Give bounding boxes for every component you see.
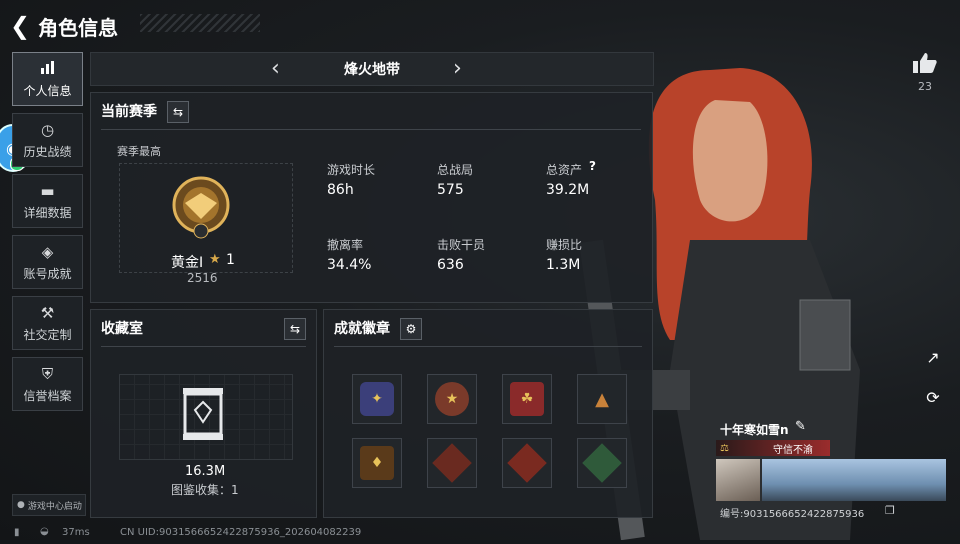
gear-icon[interactable]: ⚙ (400, 318, 422, 340)
stat-label: 击败干员 (437, 238, 486, 252)
achievement-badge[interactable]: ▲ (577, 374, 627, 424)
achievement-badge[interactable]: ★ (427, 374, 477, 424)
game-center-label: 游戏中心启动 (27, 501, 82, 512)
stat-value: 575 (437, 182, 464, 198)
ping-text: 37ms (62, 527, 90, 538)
achievement-badge[interactable] (502, 438, 552, 488)
badge-icon: ♦ (360, 446, 394, 480)
rank-stars: 1 (226, 252, 235, 268)
sidebar-item-credit[interactable]: ⛨ 信誉档案 (12, 357, 83, 411)
divider (101, 346, 306, 347)
achievement-badge[interactable] (577, 438, 627, 488)
sidebar-item-label: 社交定制 (23, 327, 72, 342)
badge-icon: ★ (435, 382, 469, 416)
stat-label: 撤离率 (327, 238, 364, 252)
sidebar-item-label: 详细数据 (23, 205, 72, 220)
divider (101, 129, 641, 130)
sidebar-item-social[interactable]: ⚒ 社交定制 (12, 296, 83, 350)
stat-value: 86h (327, 182, 354, 198)
stat-label: 赚损比 (546, 238, 583, 252)
player-name: 十年寒如雪n (720, 423, 789, 437)
season-panel: 当前赛季 ⇆ 赛季最高 黄金Ⅰ ★ 1 2516 游戏时长 86h 总战局 57… (90, 92, 653, 303)
player-id: 编号:9031566652422875936 (720, 509, 865, 520)
wifi-icon: ◒ (40, 526, 49, 537)
collection-caption: 图鉴收集：1 (171, 483, 239, 497)
tools-icon: ⚒ (40, 303, 55, 322)
stat-label: 游戏时长 (327, 163, 376, 177)
badge-icon: ▲ (595, 388, 609, 410)
display-case-icon (181, 386, 225, 442)
sidebar-item-label: 账号成就 (23, 266, 72, 281)
swap-icon[interactable]: ⇆ (284, 318, 306, 340)
sidebar-item-history[interactable]: ◷ 历史战绩 (12, 113, 83, 167)
swap-icon[interactable]: ⇆ (167, 101, 189, 123)
sidebar-item-profile[interactable]: 个人信息 (12, 52, 83, 106)
header-decoration (140, 14, 260, 32)
stat-value: 39.2M (546, 182, 590, 198)
divider (334, 346, 642, 347)
stat-value: 34.4% (327, 257, 372, 273)
badge-icon (582, 443, 622, 483)
share-icon[interactable]: ↗ (922, 346, 944, 368)
rank-name: 黄金Ⅰ (171, 255, 204, 271)
season-highest-label: 赛季最高 (117, 145, 161, 158)
sidebar-item-label: 历史战绩 (23, 144, 72, 159)
stat-label: 总战局 (437, 163, 474, 177)
shield-icon: ⛨ (41, 364, 54, 383)
profile-banner[interactable] (762, 459, 946, 501)
credit-text: 守信不渝 (772, 444, 813, 456)
sidebar-item-label: 信誉档案 (23, 388, 72, 403)
edit-icon[interactable]: ✎ (795, 419, 806, 434)
stat-value: 636 (437, 257, 464, 273)
achievement-badge[interactable]: ✦ (352, 374, 402, 424)
sidebar-item-achievements[interactable]: ◈ 账号成就 (12, 235, 83, 289)
diamond-icon: ◈ (41, 242, 54, 261)
sidebar-item-details[interactable]: ▬ 详细数据 (12, 174, 83, 228)
game-center-button[interactable]: ● 游戏中心启动 (12, 494, 86, 516)
bar-chart-icon (40, 60, 56, 78)
uid-text: CN UID:9031566652422875936_202604082239 (120, 527, 362, 538)
chevron-right-icon[interactable]: › (453, 56, 462, 81)
achievements-panel: 成就徽章 ⚙ ✦ ★ ☘ ▲ ♦ (323, 309, 653, 518)
collection-panel-title: 收藏室 (101, 321, 143, 337)
credit-badge: ⚖ 守信不渝 (716, 440, 830, 456)
likes-count: 23 (918, 80, 932, 93)
chevron-left-icon[interactable]: ‹ (271, 56, 280, 81)
season-panel-title: 当前赛季 (101, 104, 157, 120)
achievement-badge[interactable] (427, 438, 477, 488)
badge-icon (507, 443, 547, 483)
badge-icon (432, 443, 472, 483)
copy-icon[interactable]: ❐ (885, 504, 895, 517)
rank-score: 2516 (187, 271, 218, 285)
user-icon: ● (17, 500, 25, 510)
achievement-badge[interactable]: ☘ (502, 374, 552, 424)
star-icon: ★ (209, 252, 221, 267)
thumbs-up-icon[interactable] (912, 52, 938, 74)
clock-icon: ◷ (40, 120, 55, 139)
help-icon[interactable]: ? (589, 159, 596, 173)
refresh-icon[interactable]: ⟳ (922, 386, 944, 408)
stat-label: 总资产 (546, 163, 583, 177)
back-icon[interactable]: ❮ (10, 12, 30, 40)
sidebar-item-label: 个人信息 (23, 83, 72, 98)
header: ❮ 角色信息 (10, 10, 118, 42)
achievements-panel-title: 成就徽章 (334, 321, 390, 337)
folder-icon: ▬ (40, 181, 55, 200)
avatar[interactable] (716, 459, 760, 501)
collection-value: 16.3M (185, 464, 226, 479)
battery-icon: ▮ (14, 527, 20, 538)
badge-icon: ☘ (510, 382, 544, 416)
rank-emblem-icon (171, 175, 231, 241)
page-title: 角色信息 (38, 15, 119, 40)
mode-name: 烽火地带 (344, 62, 400, 78)
collection-panel: 收藏室 ⇆ 16.3M 图鉴收集：1 (90, 309, 317, 518)
scale-icon: ⚖ (720, 442, 729, 454)
achievement-badge[interactable]: ♦ (352, 438, 402, 488)
stat-value: 1.3M (546, 257, 581, 273)
badge-icon: ✦ (360, 382, 394, 416)
